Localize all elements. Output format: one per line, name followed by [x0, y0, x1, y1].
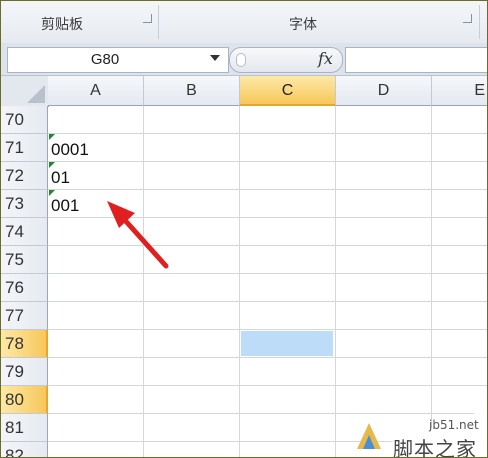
arrow-shaft — [120, 215, 169, 269]
watermark-name: 脚本之家 — [393, 437, 477, 458]
watermark-url: jb51.net — [429, 418, 479, 432]
watermark-logo-icon — [357, 423, 381, 449]
annotation-arrow — [107, 201, 169, 269]
excel-window: 剪贴板 字体 G80 fx A B C D E 70 71 72 73 74 7… — [0, 0, 488, 458]
